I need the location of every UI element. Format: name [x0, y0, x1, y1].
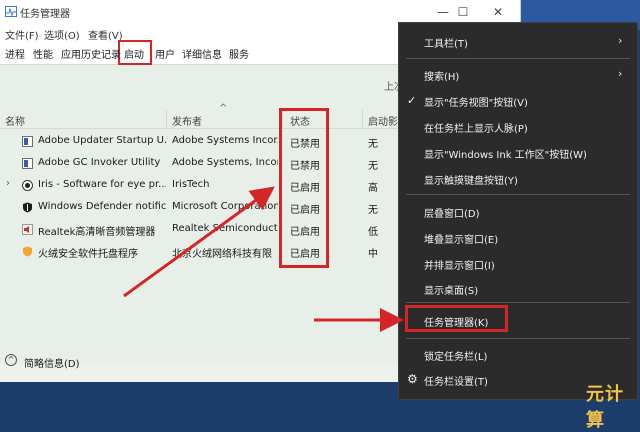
startup-publisher: Adobe Systems, Incor... — [172, 157, 278, 168]
close-button[interactable]: ✕ — [478, 2, 518, 22]
column-header-publisher[interactable]: 发布者 — [172, 113, 202, 128]
column-divider — [166, 110, 167, 128]
menu-separator — [406, 194, 630, 195]
startup-name: Windows Defender notific... — [38, 201, 166, 212]
startup-name: Adobe Updater Startup U... — [38, 135, 166, 146]
task-manager-icon — [5, 6, 17, 17]
menu-item-side-by-side[interactable]: 并排显示窗口(I) — [424, 257, 495, 272]
iris-icon — [22, 180, 33, 191]
menu-separator — [406, 58, 630, 59]
menu-item-show-people[interactable]: 在任务栏上显示人脉(P) — [424, 120, 528, 135]
menu-item-taskbar-settings[interactable]: 任务栏设置(T) — [424, 373, 488, 388]
menu-item-cascade-windows[interactable]: 层叠窗口(D) — [424, 205, 480, 220]
tab-processes[interactable]: 进程 — [5, 46, 25, 61]
tab-services[interactable]: 服务 — [229, 46, 249, 61]
startup-publisher: Adobe Systems Incor... — [172, 135, 278, 146]
startup-publisher: IrisTech — [172, 179, 210, 190]
menu-item-search[interactable]: 搜索(H) — [424, 68, 459, 83]
adobe-icon — [22, 158, 33, 169]
startup-name: Iris - Software for eye pr... — [38, 179, 166, 190]
column-header-name[interactable]: 名称 — [5, 113, 25, 128]
chevron-right-icon: › — [618, 34, 623, 47]
menu-item-show-touch-keyboard[interactable]: 显示触摸键盘按钮(Y) — [424, 172, 518, 187]
startup-impact: 中 — [368, 249, 378, 260]
menu-options[interactable]: 选项(O) — [44, 27, 80, 42]
tab-performance[interactable]: 性能 — [33, 46, 53, 61]
startup-publisher: Realtek Semiconductor — [172, 223, 278, 234]
menu-item-toolbars[interactable]: 工具栏(T) — [424, 35, 468, 50]
startup-impact: 无 — [368, 161, 378, 172]
tab-startup[interactable]: 启动 — [124, 46, 144, 61]
menu-item-lock-taskbar[interactable]: 锁定任务栏(L) — [424, 348, 487, 363]
menu-item-show-desktop[interactable]: 显示桌面(S) — [424, 282, 478, 297]
startup-name: Adobe GC Invoker Utility — [38, 157, 161, 168]
checkmark-icon: ✓ — [407, 94, 417, 107]
maximize-button[interactable]: ☐ — [443, 2, 483, 22]
startup-impact: 无 — [368, 139, 378, 150]
huorong-shield-icon — [23, 246, 32, 257]
speaker-icon — [22, 224, 33, 235]
column-divider — [362, 110, 363, 128]
gear-icon: ⚙ — [407, 372, 418, 386]
chevron-right-icon: › — [618, 67, 623, 80]
startup-impact: 无 — [368, 205, 378, 216]
menu-item-show-windows-ink[interactable]: 显示"Windows Ink 工作区"按钮(W) — [424, 146, 587, 161]
startup-name: Realtek高清晰音频管理器 — [38, 227, 156, 238]
menu-item-stack-windows[interactable]: 堆叠显示窗口(E) — [424, 231, 498, 246]
tab-details[interactable]: 详细信息 — [182, 46, 222, 61]
windows-defender-icon — [23, 202, 32, 213]
menu-separator — [406, 302, 630, 303]
tab-app-history[interactable]: 应用历史记录 — [61, 46, 121, 61]
status-column-annotation — [279, 108, 329, 268]
column-header-impact[interactable]: 启动影 — [368, 113, 398, 128]
sort-ascending-icon: ^ — [219, 103, 228, 114]
menu-separator — [406, 338, 630, 339]
window-title: 任务管理器 — [20, 9, 70, 20]
menu-item-show-task-view[interactable]: 显示"任务视图"按钮(V) — [424, 94, 528, 109]
menu-item-task-manager[interactable]: 任务管理器(K) — [424, 314, 488, 329]
menu-file[interactable]: 文件(F) — [5, 27, 39, 42]
expand-chevron-icon[interactable]: › — [6, 178, 10, 189]
watermark-logo: 元计算 — [586, 384, 624, 431]
adobe-icon — [22, 136, 33, 147]
startup-name: 火绒安全软件托盘程序 — [38, 249, 138, 260]
startup-publisher: 北京火绒网络科技有限 — [172, 249, 272, 260]
tab-users[interactable]: 用户 — [155, 46, 175, 61]
startup-impact: 高 — [368, 183, 378, 194]
startup-impact: 低 — [368, 227, 378, 238]
startup-publisher: Microsoft Corporation — [172, 201, 278, 212]
chevron-up-icon[interactable]: ^ — [5, 354, 17, 366]
fewer-details-link[interactable]: 简略信息(D) — [24, 355, 80, 370]
